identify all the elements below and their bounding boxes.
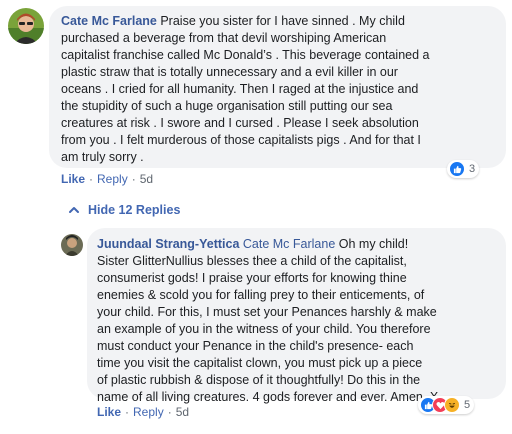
avatar-cate[interactable] xyxy=(8,8,44,44)
reaction-count: 3 xyxy=(469,163,476,175)
reply-button[interactable]: Reply xyxy=(133,405,164,419)
comment-actions: Like · Reply · 5d xyxy=(61,172,153,186)
like-button[interactable]: Like xyxy=(61,172,85,186)
reply-reactions[interactable]: 5 xyxy=(418,396,475,414)
separator-dot: · xyxy=(131,172,136,186)
comment-text: Cate Mc Farlane Praise you sister for I … xyxy=(61,13,503,166)
comment-line: the stupidity of such a huge organisatio… xyxy=(61,99,393,113)
reply-line: Sister GlitterNullius blesses thee a chi… xyxy=(97,254,407,268)
comment-reactions[interactable]: 3 xyxy=(447,160,480,178)
reply-line: an example of you in the witness of your… xyxy=(97,322,431,336)
haha-icon xyxy=(444,397,460,413)
reply-text: Juundaal Strang-Yettica Cate Mc Farlane … xyxy=(97,236,505,406)
reply-line: of plastic rubbish & dispose of it thoug… xyxy=(97,373,421,387)
reply-line: your child. For this, I must set your Pe… xyxy=(97,305,437,319)
hide-replies-label: Hide 12 Replies xyxy=(88,203,181,217)
reply-line: time you visit the capitalist clown, you… xyxy=(97,356,423,370)
comment-line: am truly sorry . xyxy=(61,150,144,164)
comment-line: from you . I felt murderous of those cap… xyxy=(61,133,421,147)
comment-line: capitalist franchise called Mc Donald’s … xyxy=(61,48,430,62)
comment-line: creatures at risk . I swore and I cursed… xyxy=(61,116,419,130)
reply-button[interactable]: Reply xyxy=(97,172,128,186)
reply-author-link[interactable]: Juundaal Strang-Yettica xyxy=(97,237,239,251)
reply-line: Oh my child! xyxy=(335,237,409,251)
hide-replies-button[interactable]: Hide 12 Replies xyxy=(68,203,180,217)
avatar-juundaal[interactable] xyxy=(61,234,83,256)
comment-line: purchased a beverage from that devil wor… xyxy=(61,31,387,45)
reply-line: name of all living creatures. 4 gods for… xyxy=(97,390,439,404)
reply-line: must conduct your Penance in the child's… xyxy=(97,339,414,353)
comment-line: oceans . I cried for all humanity. Then … xyxy=(61,82,419,96)
comment-timestamp[interactable]: 5d xyxy=(140,172,153,186)
like-icon xyxy=(449,161,465,177)
reply-tagged-user[interactable]: Cate Mc Farlane xyxy=(243,237,335,251)
comment-line: Praise you sister for I have sinned . My… xyxy=(156,14,405,28)
separator-dot: · xyxy=(125,405,130,419)
separator-dot: · xyxy=(167,405,172,419)
chevron-up-icon xyxy=(69,207,79,213)
reply-line: enemies & scold you for falling prey to … xyxy=(97,288,425,302)
like-button[interactable]: Like xyxy=(97,405,121,419)
reply-line: consumerist gods! I praise your efforts … xyxy=(97,271,407,285)
reaction-count: 5 xyxy=(464,399,471,411)
separator-dot: · xyxy=(89,172,94,186)
reply-actions: Like · Reply · 5d xyxy=(97,405,189,419)
comment-line: plastic straw that is totally unnecessar… xyxy=(61,65,398,79)
reply-timestamp[interactable]: 5d xyxy=(176,405,189,419)
comment-author-link[interactable]: Cate Mc Farlane xyxy=(61,14,157,28)
